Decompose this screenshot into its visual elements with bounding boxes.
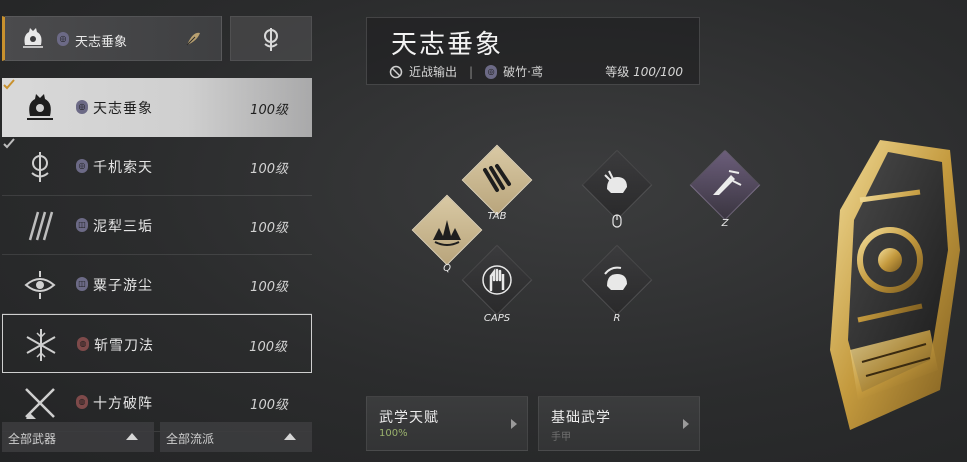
school-badge: ◎ xyxy=(485,64,498,79)
weapon-name: 十方破阵 xyxy=(93,396,153,412)
school-badge: ◍ xyxy=(77,337,89,351)
snowflake-sword-icon xyxy=(26,329,56,361)
talent-button[interactable]: 武学天赋 100% xyxy=(366,396,528,451)
check-icon xyxy=(3,138,15,149)
weapon-name: 斩雪刀法 xyxy=(94,338,154,354)
weapon-level: 100级 xyxy=(250,103,288,118)
weapon-item-nili[interactable]: ◫ 泥犁三垢 100级 xyxy=(2,196,312,255)
weapon-item-qianji[interactable]: ◎ 千机索天 100级 xyxy=(2,137,312,196)
chevron-right-icon xyxy=(511,419,517,429)
equipped-secondary-slot[interactable] xyxy=(230,16,312,61)
claw-strike-icon xyxy=(483,164,511,192)
skill-caps[interactable]: CAPS xyxy=(461,244,533,324)
skill-mouse[interactable] xyxy=(581,149,653,228)
weapon-level: 100级 xyxy=(250,221,288,236)
equipped-primary-slot[interactable]: ◎ 天志垂象 xyxy=(2,16,222,61)
weapon-title: 天志垂象 xyxy=(391,30,504,60)
school-badge: ◎ xyxy=(76,159,88,173)
talent-progress: 100% xyxy=(379,428,408,439)
crossed-spears-icon xyxy=(25,388,55,419)
twin-blade-icon xyxy=(264,27,278,51)
school-badge: ◫ xyxy=(76,218,88,232)
weapon-role: 近战输出 xyxy=(409,65,458,79)
skill-key: CAPS xyxy=(483,313,511,324)
raised-fist-icon xyxy=(482,265,512,295)
weapon-path: 破竹·鸢 xyxy=(503,65,543,79)
basic-subtitle: 手甲 xyxy=(551,432,571,443)
triangle-up-icon xyxy=(126,433,138,440)
school-badge: ◫ xyxy=(76,277,88,291)
prohibit-icon xyxy=(389,65,403,78)
feather-icon xyxy=(186,32,200,46)
gauntlet-weapon-model xyxy=(830,140,960,430)
weapon-item-tianzhi[interactable]: ◎ 天志垂象 100级 xyxy=(2,78,312,137)
school-filter-dropdown[interactable]: 全部流派 xyxy=(160,422,312,452)
skill-key: R xyxy=(613,313,621,324)
weapon-item-zhanxue[interactable]: ◍ 斩雪刀法 100级 xyxy=(2,314,312,373)
school-filter-label: 全部流派 xyxy=(166,432,215,446)
basic-title: 基础武学 xyxy=(551,410,611,426)
weapon-item-suzi[interactable]: ◫ 粟子游尘 100级 xyxy=(2,255,312,314)
weapon-header: 天志垂象 近战输出 | ◎ 破竹·鸢 等级 100/100 xyxy=(366,17,700,85)
triple-claw-icon xyxy=(28,211,54,241)
weapon-name: 天志垂象 xyxy=(93,101,153,117)
level-label: 等级 xyxy=(605,65,630,79)
palm-fist-icon xyxy=(27,94,53,120)
weapon-filter-label: 全部武器 xyxy=(8,432,57,446)
school-badge: ◍ xyxy=(76,395,88,409)
weapon-name: 泥犁三垢 xyxy=(93,219,153,235)
eye-fan-icon xyxy=(24,271,56,299)
weapon-level: 100级 xyxy=(249,340,287,355)
talent-title: 武学天赋 xyxy=(379,410,439,426)
spin-fist-icon xyxy=(604,266,627,290)
weapon-level-display: 等级 100/100 xyxy=(605,63,683,80)
skill-key: Z xyxy=(721,218,729,229)
weapon-list: ◎ 天志垂象 100级 ◎ 千机索天 100级 ◫ 泥犁三垢 100级 ◫ 粟子… xyxy=(2,78,312,432)
school-badge: ◎ xyxy=(76,100,88,114)
equipped-primary-name: 天志垂象 xyxy=(75,35,128,50)
weapon-level: 100级 xyxy=(250,398,288,413)
divider: | xyxy=(469,64,474,79)
basic-skill-button[interactable]: 基础武学 手甲 xyxy=(538,396,700,451)
grab-fist-icon xyxy=(604,170,627,193)
weapon-filter-dropdown[interactable]: 全部武器 xyxy=(2,422,154,452)
weapon-name: 千机索天 xyxy=(93,160,153,176)
mouse-icon xyxy=(612,214,622,228)
level-value: 100/100 xyxy=(633,65,683,79)
chevron-right-icon xyxy=(683,419,689,429)
weapon-level: 100级 xyxy=(250,280,288,295)
burst-palm-icon xyxy=(433,220,461,246)
skill-z[interactable]: Z xyxy=(689,149,761,229)
weapon-level: 100级 xyxy=(250,162,288,177)
dash-strike-icon xyxy=(713,170,742,195)
school-badge: ◎ xyxy=(57,32,69,46)
skill-r[interactable]: R xyxy=(581,244,653,324)
triangle-up-icon xyxy=(284,433,296,440)
weapon-name: 粟子游尘 xyxy=(93,278,153,294)
palm-fist-icon xyxy=(23,28,43,48)
check-icon xyxy=(3,79,15,90)
twin-blade-icon xyxy=(31,152,49,182)
weapon-tags: 近战输出 | ◎ 破竹·鸢 xyxy=(389,63,543,80)
